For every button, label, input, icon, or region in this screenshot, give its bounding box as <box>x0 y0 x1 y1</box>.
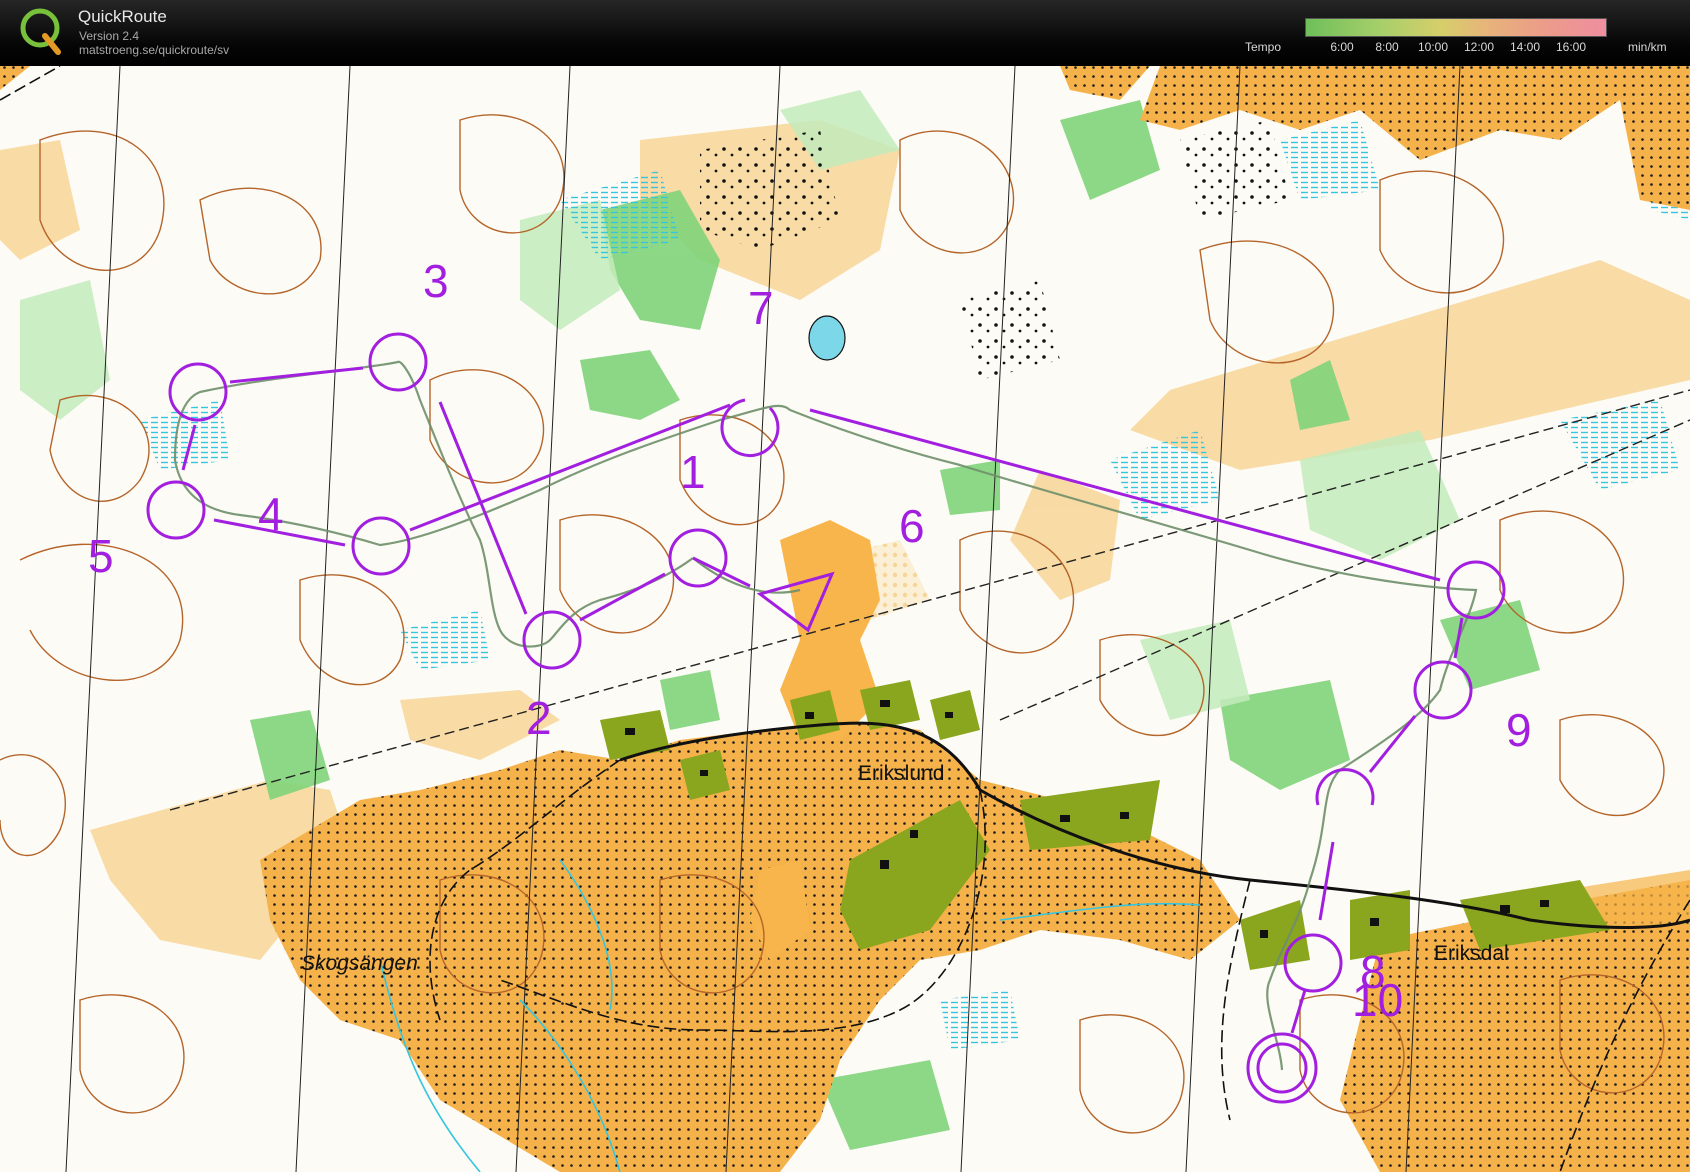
place-name-eriksdal: Eriksdal <box>1434 942 1509 965</box>
place-name-erikslund: Erikslund <box>858 762 944 785</box>
app-title: QuickRoute <box>78 7 167 26</box>
control-number: 1 <box>680 446 706 498</box>
control-number: 6 <box>899 500 925 552</box>
map-canvas: 1 2 3 4 5 6 7 8 9 10 Erikslund Skogsänge… <box>0 66 1690 1172</box>
orienteering-map[interactable]: 1 2 3 4 5 6 7 8 9 10 Erikslund Skogsänge… <box>0 66 1690 1172</box>
control-number: 4 <box>258 488 284 540</box>
control-number: 3 <box>423 255 449 307</box>
tempo-unit: min/km <box>1628 40 1667 54</box>
tempo-tick: 10:00 <box>1417 40 1449 54</box>
control-number: 7 <box>748 282 774 334</box>
control-number: 10 <box>1352 974 1403 1026</box>
tempo-scale-ticks: 6:00 8:00 10:00 12:00 14:00 16:00 <box>1305 40 1605 54</box>
control-number: 5 <box>88 530 114 582</box>
pond <box>808 315 846 361</box>
quickroute-logo-icon <box>20 8 61 55</box>
control-number: 2 <box>526 692 552 744</box>
tempo-tick: 8:00 <box>1375 40 1399 54</box>
tempo-label: Tempo <box>1245 40 1282 54</box>
tempo-tick: 16:00 <box>1555 40 1587 54</box>
app-version: Version 2.4 <box>79 29 140 43</box>
control-number: 9 <box>1506 704 1532 756</box>
place-name-skogsangen: Skogsängen <box>301 952 418 975</box>
app-url[interactable]: matstroeng.se/quickroute/sv <box>79 43 229 57</box>
tempo-tick: 14:00 <box>1509 40 1541 54</box>
app-header: QuickRoute Version 2.4 matstroeng.se/qui… <box>0 0 1690 66</box>
tempo-tick: 12:00 <box>1463 40 1495 54</box>
tempo-tick: 6:00 <box>1330 40 1354 54</box>
tempo-color-scale <box>1305 18 1607 37</box>
